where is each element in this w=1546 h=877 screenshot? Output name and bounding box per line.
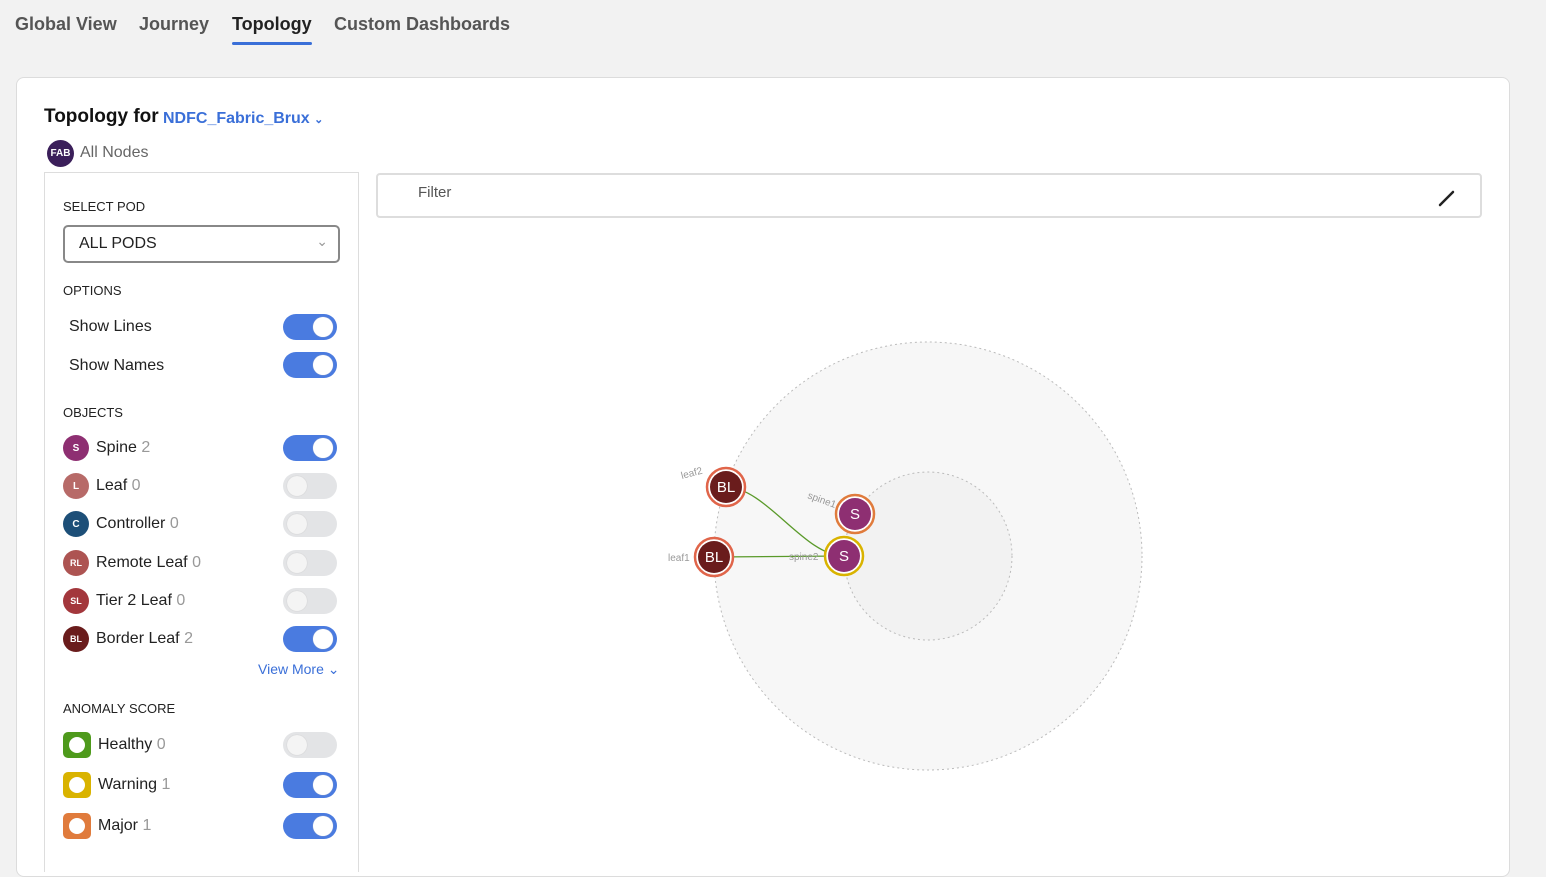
node-badge: S — [839, 548, 849, 565]
node-badge: BL — [717, 479, 735, 496]
inner-ring — [843, 471, 1013, 641]
topology-graph: BL leaf2 BL leaf1 S spine1 S spine2 — [668, 341, 1143, 771]
node-badge: S — [850, 506, 860, 523]
node-leaf1[interactable]: BL leaf1 — [668, 536, 735, 578]
node-name: leaf2 — [680, 466, 704, 482]
node-name: leaf1 — [668, 553, 690, 564]
node-leaf2[interactable]: BL leaf2 — [680, 466, 747, 508]
node-badge: BL — [705, 549, 723, 566]
node-name: spine2 — [789, 552, 819, 563]
